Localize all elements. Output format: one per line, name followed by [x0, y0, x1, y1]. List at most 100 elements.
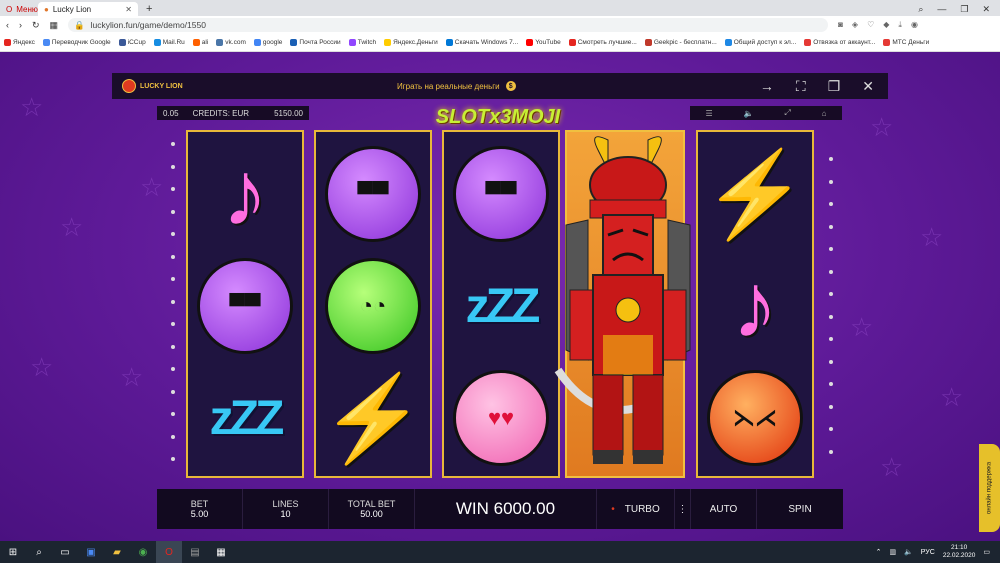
file-explorer-icon[interactable]: ▰	[104, 541, 130, 563]
opera-taskbar-icon[interactable]: O	[156, 541, 182, 563]
more-options-icon[interactable]: ⋮	[675, 489, 691, 529]
clock[interactable]: 21:10 22.02.2020	[943, 544, 976, 560]
bookmark-item[interactable]: Переводчик Google	[42, 38, 111, 46]
task-view-icon[interactable]: ▭	[52, 541, 78, 563]
zzz-symbol: zZZ	[465, 279, 541, 333]
secure-icon: 🔒	[74, 19, 85, 30]
lion-icon	[122, 79, 136, 93]
network-icon[interactable]: ▥	[889, 548, 896, 556]
expand-icon[interactable]: ⤢	[784, 108, 790, 118]
reload-icon[interactable]: ↻	[32, 20, 40, 31]
search-tabs-icon[interactable]: ⌕	[918, 4, 923, 15]
bookmark-item[interactable]: Mail.Ru	[153, 38, 185, 46]
bookmark-item[interactable]: Яндекс	[4, 38, 35, 47]
bet-per-line-value: 0.05	[163, 108, 179, 118]
star-decoration: ☆	[850, 312, 874, 342]
forward-icon[interactable]: ›	[19, 20, 22, 30]
bookmark-icon	[883, 38, 891, 46]
restore-icon[interactable]: ❐	[960, 4, 968, 15]
url-field[interactable]: 🔒 luckylion.fun/game/demo/1550	[68, 18, 829, 32]
bookmark-item[interactable]: ali	[192, 38, 208, 46]
tray-arrow-icon[interactable]: ⌃	[876, 548, 882, 556]
auto-button[interactable]: AUTO	[691, 489, 757, 529]
save-app-icon[interactable]: ▣	[78, 541, 104, 563]
tabs-grid-icon[interactable]: ▦	[50, 20, 59, 31]
star-decoration: ☆	[20, 92, 44, 122]
volume-icon[interactable]: 🔈	[904, 548, 913, 556]
sound-icon[interactable]: 🔈	[744, 109, 754, 118]
real-money-label: Играть на реальные деньги	[397, 81, 500, 91]
spin-button[interactable]: SPIN	[757, 489, 843, 529]
win-display: WIN 6000.00	[415, 489, 597, 529]
bookmark-icon	[348, 38, 356, 46]
search-icon[interactable]: ⌕	[26, 541, 52, 563]
opera-menu-button[interactable]: O Меню	[0, 2, 38, 16]
close-game-icon[interactable]: ✕	[862, 78, 874, 95]
menu-label: Меню	[16, 4, 38, 14]
bookmark-item[interactable]: МТС Деньги	[883, 38, 930, 47]
download-icon[interactable]: ⤓	[898, 20, 902, 30]
real-money-link[interactable]: Играть на реальные деньги $	[397, 81, 516, 91]
close-tab-icon[interactable]: ✕	[125, 5, 132, 14]
bookmark-item[interactable]: google	[253, 38, 282, 46]
url-text: luckylion.fun/game/demo/1550	[90, 20, 206, 30]
camera-icon[interactable]: ◙	[838, 20, 843, 30]
calculator-icon[interactable]: ▦	[208, 541, 234, 563]
windows-start-icon[interactable]: ⊞	[0, 541, 26, 563]
minimize-icon[interactable]: —	[937, 4, 946, 14]
total-bet-label: TOTAL BET	[347, 499, 396, 509]
home-icon[interactable]: ⌂	[822, 109, 827, 118]
game-title: SLOTx3MOJI	[435, 105, 561, 128]
total-bet-display: TOTAL BET 50.00	[329, 489, 415, 529]
bookmark-item[interactable]: Смотреть лучшие...	[568, 38, 637, 46]
account-icon[interactable]: ◉	[911, 20, 918, 30]
bookmark-label: Яндекс.Деньги	[393, 39, 438, 47]
coin-icon: $	[505, 81, 516, 91]
bookmark-item[interactable]: Скачать Windows 7...	[445, 38, 518, 46]
game-control-bar: BET 5.00 LINES 10 TOTAL BET 50.00 WIN 60…	[157, 489, 843, 529]
extension-icon[interactable]: ◆	[883, 20, 889, 30]
bookmark-icon	[644, 38, 652, 46]
bookmark-item[interactable]: vk.com	[216, 38, 246, 46]
bookmark-icon	[253, 38, 261, 46]
bookmark-label: Twitch	[357, 39, 377, 47]
lines-value: 10	[280, 509, 291, 519]
bookmark-item[interactable]: Яндекс.Деньги	[384, 38, 438, 47]
back-icon[interactable]: ‹	[6, 20, 9, 30]
notifications-icon[interactable]: ▭	[983, 548, 990, 556]
chrome-icon[interactable]: ◉	[130, 541, 156, 563]
fullscreen-icon[interactable]: ⛶	[796, 78, 806, 95]
reel-5: ⚡ ♪ ⋋⋌	[696, 130, 814, 478]
game-stage: ☆ ☆ ☆ ☆ ☆ ☆ ☆ ☆ ☆ ☆ LUCKY LION Играть на…	[0, 52, 1000, 541]
opera-icon: O	[6, 4, 13, 14]
new-tab-button[interactable]: +	[138, 2, 160, 16]
menu-lines-icon[interactable]: ☰	[705, 109, 712, 118]
tab-lucky-lion[interactable]: ● Lucky Lion ✕	[38, 2, 138, 16]
language-indicator[interactable]: РУС	[921, 549, 935, 556]
bookmark-label: Яндекс	[13, 39, 35, 47]
bookmark-item[interactable]: Geekpic - бесплатн...	[644, 38, 717, 46]
bookmark-item[interactable]: Общий доступ к эл...	[724, 38, 796, 46]
bookmark-item[interactable]: iCCup	[118, 38, 146, 46]
turbo-indicator-icon: •	[611, 503, 615, 515]
bookmark-label: МТС Деньги	[892, 39, 930, 47]
lucky-lion-logo: LUCKY LION	[112, 79, 183, 93]
online-support-tab[interactable]: онлайн поддержка	[979, 444, 1000, 532]
bookmark-item[interactable]: YouTube	[526, 38, 561, 46]
bet-control[interactable]: BET 5.00	[157, 489, 243, 529]
arrow-right-icon[interactable]: →	[760, 78, 774, 95]
lines-control[interactable]: LINES 10	[243, 489, 329, 529]
heart-icon[interactable]: ♡	[867, 20, 874, 30]
bookmark-item[interactable]: Почта России	[290, 38, 341, 46]
bookmark-item[interactable]: Twitch	[348, 38, 377, 47]
popout-icon[interactable]: ❐	[828, 78, 841, 95]
shield-icon[interactable]: ◈	[852, 20, 858, 30]
turbo-button[interactable]: • TURBO	[597, 489, 675, 529]
bookmark-icon	[192, 38, 200, 46]
bookmark-item[interactable]: Отвязка от аккаунт...	[804, 38, 875, 46]
zzz-symbol: zZZ	[209, 391, 285, 445]
close-window-icon[interactable]: ✕	[982, 4, 990, 15]
app-icon[interactable]: ▤	[182, 541, 208, 563]
reel-1: ♪ ▀▀ zZZ	[186, 130, 304, 478]
system-tray: ⌃ ▥ 🔈 РУС 21:10 22.02.2020 ▭	[876, 544, 1000, 560]
